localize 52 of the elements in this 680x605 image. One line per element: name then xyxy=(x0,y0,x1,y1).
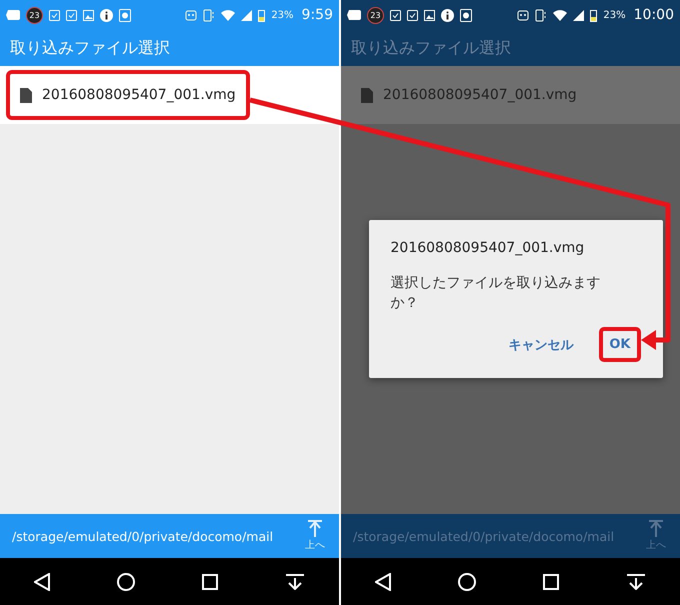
file-name: 20160808095407_001.vmg xyxy=(383,87,577,103)
clock-time: 9:59 xyxy=(302,7,333,23)
checkbox-icon xyxy=(49,10,60,20)
info-icon xyxy=(100,8,113,22)
vibrate-icon xyxy=(203,8,216,22)
message-icon xyxy=(6,10,20,20)
up-arrow-icon xyxy=(648,520,664,538)
recents-icon xyxy=(543,574,560,590)
battery-percent: 23% xyxy=(603,10,626,20)
signal-icon xyxy=(573,10,584,20)
signal-icon xyxy=(241,10,252,20)
hide-keyboard-icon xyxy=(285,574,306,590)
file-list-item[interactable]: 20160808095407_001.vmg xyxy=(341,66,680,124)
robot-icon xyxy=(185,9,198,21)
home-icon xyxy=(458,572,476,590)
file-list-item[interactable]: 20160808095407_001.vmg xyxy=(0,66,339,124)
checkbox-icon xyxy=(390,10,401,20)
back-icon xyxy=(374,572,391,590)
notification-badge: 23 xyxy=(367,6,384,24)
checkbox-icon xyxy=(407,10,418,20)
recents-icon xyxy=(202,574,218,590)
back-icon xyxy=(34,572,50,590)
up-folder-button[interactable]: 上へ xyxy=(299,520,331,552)
robot-icon xyxy=(517,9,530,21)
vibrate-icon xyxy=(535,8,548,22)
image-icon xyxy=(424,10,435,20)
app-title: 取り込みファイル選択 xyxy=(341,30,680,66)
battery-percent: 23% xyxy=(271,10,294,20)
folder-path: /storage/emulated/0/private/docomo/mail xyxy=(12,528,274,544)
notification-badge: 23 xyxy=(26,6,43,24)
file-name: 20160808095407_001.vmg xyxy=(42,87,236,103)
file-icon xyxy=(361,88,373,102)
up-folder-button[interactable]: 上へ xyxy=(640,520,672,552)
folder-path: /storage/emulated/0/private/docomo/mail xyxy=(353,528,614,544)
battery-icon xyxy=(258,8,266,22)
up-arrow-icon xyxy=(307,520,323,538)
file-icon xyxy=(20,88,32,102)
wifi-icon xyxy=(221,9,236,21)
battery-icon xyxy=(590,8,598,22)
info-icon xyxy=(441,8,454,22)
home-icon xyxy=(116,572,135,590)
dialog-button[interactable]: キャンセル xyxy=(498,326,584,364)
hide-keyboard-icon xyxy=(626,574,646,590)
image-icon xyxy=(83,10,94,20)
dialog-button[interactable]: OK xyxy=(599,327,640,362)
checkbox-icon xyxy=(66,10,77,20)
dialog-message: 選択したファイルを取り込みますか？ xyxy=(390,274,602,313)
clock-time: 10:00 xyxy=(634,7,674,23)
app-title: 取り込みファイル選択 xyxy=(0,30,339,66)
wifi-icon xyxy=(553,9,568,21)
dialog-title: 20160808095407_001.vmg xyxy=(390,240,586,256)
message-icon xyxy=(347,10,361,20)
